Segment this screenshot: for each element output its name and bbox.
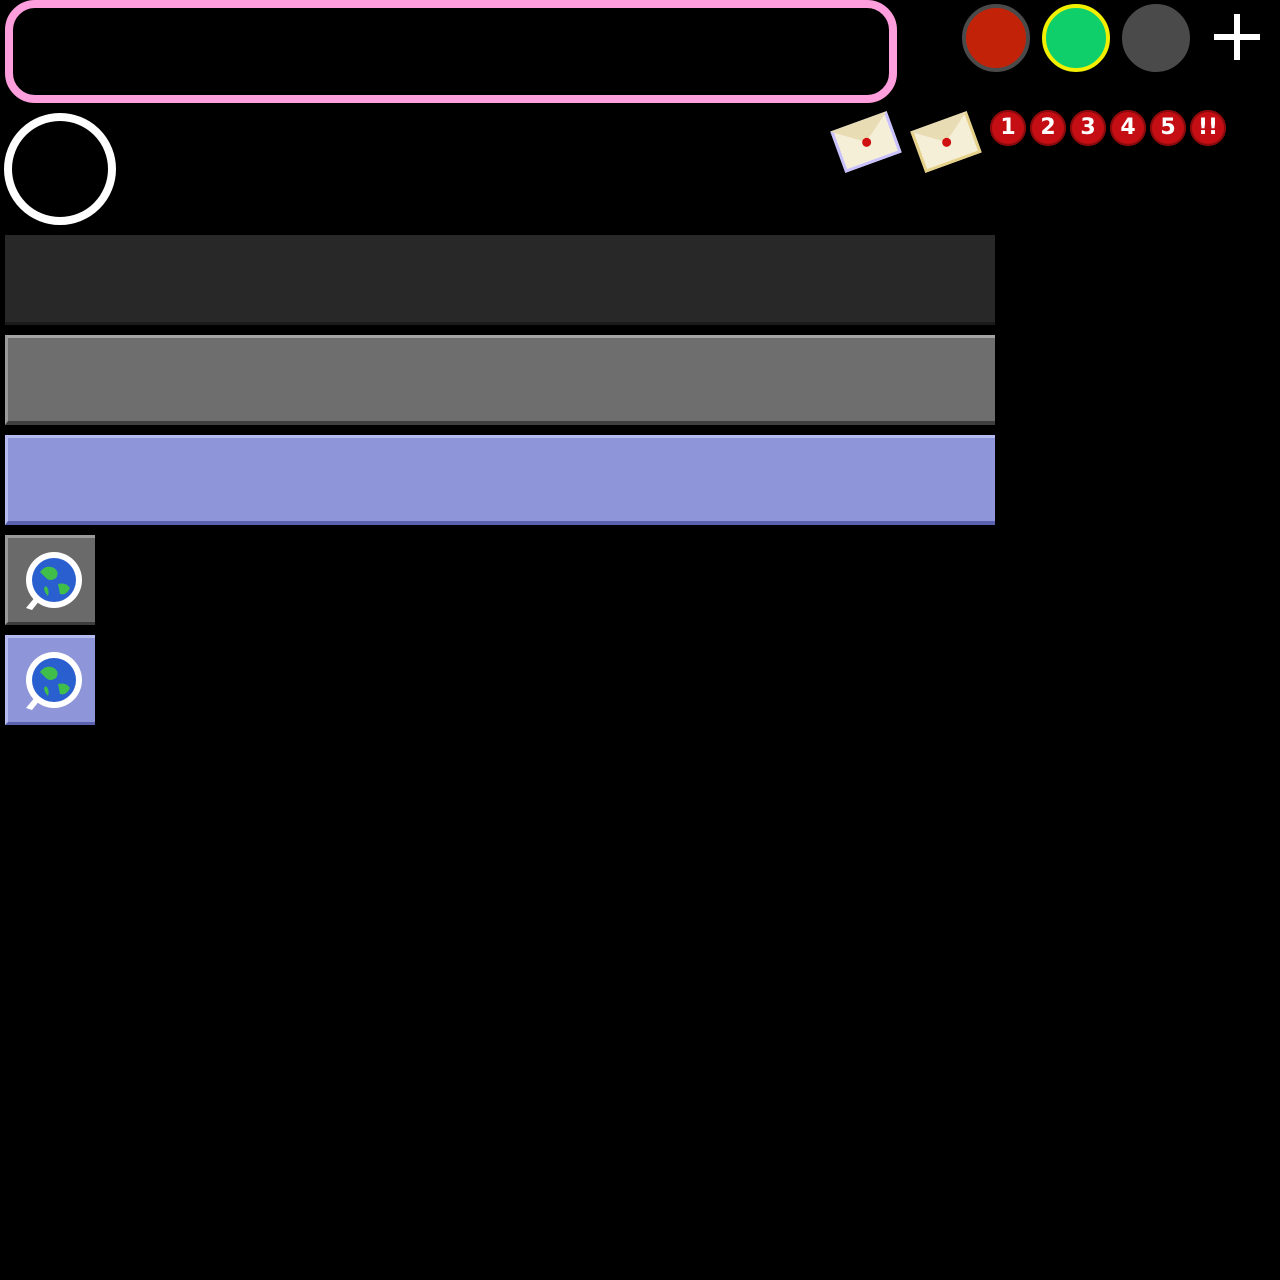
globe-search-button-gray[interactable] [5,535,95,625]
globe-search-icon [26,652,82,710]
badge-alert[interactable]: !! [1190,110,1226,146]
red-status-dot[interactable] [962,4,1030,72]
badge-4[interactable]: 4 [1110,110,1146,146]
envelope-icon[interactable] [910,111,982,173]
text-input-field[interactable] [5,0,897,103]
number-badges: 1 2 3 4 5 !! [990,110,1226,150]
game-ui-sprite-sheet: 1 2 3 4 5 !! [0,0,1280,1280]
badge-3[interactable]: 3 [1070,110,1106,146]
green-status-dot[interactable] [1042,4,1110,72]
badge-2[interactable]: 2 [1030,110,1066,146]
gray-bar[interactable] [5,335,995,425]
globe-search-button-blue[interactable] [5,635,95,725]
gray-status-dot[interactable] [1122,4,1190,72]
badge-5[interactable]: 5 [1150,110,1186,146]
plus-icon[interactable] [1214,14,1260,60]
avatar[interactable] [4,113,116,225]
globe-search-icon [26,552,82,610]
envelope-icon[interactable] [830,111,902,173]
badge-1[interactable]: 1 [990,110,1026,146]
dark-bar[interactable] [5,235,995,325]
blue-bar[interactable] [5,435,995,525]
